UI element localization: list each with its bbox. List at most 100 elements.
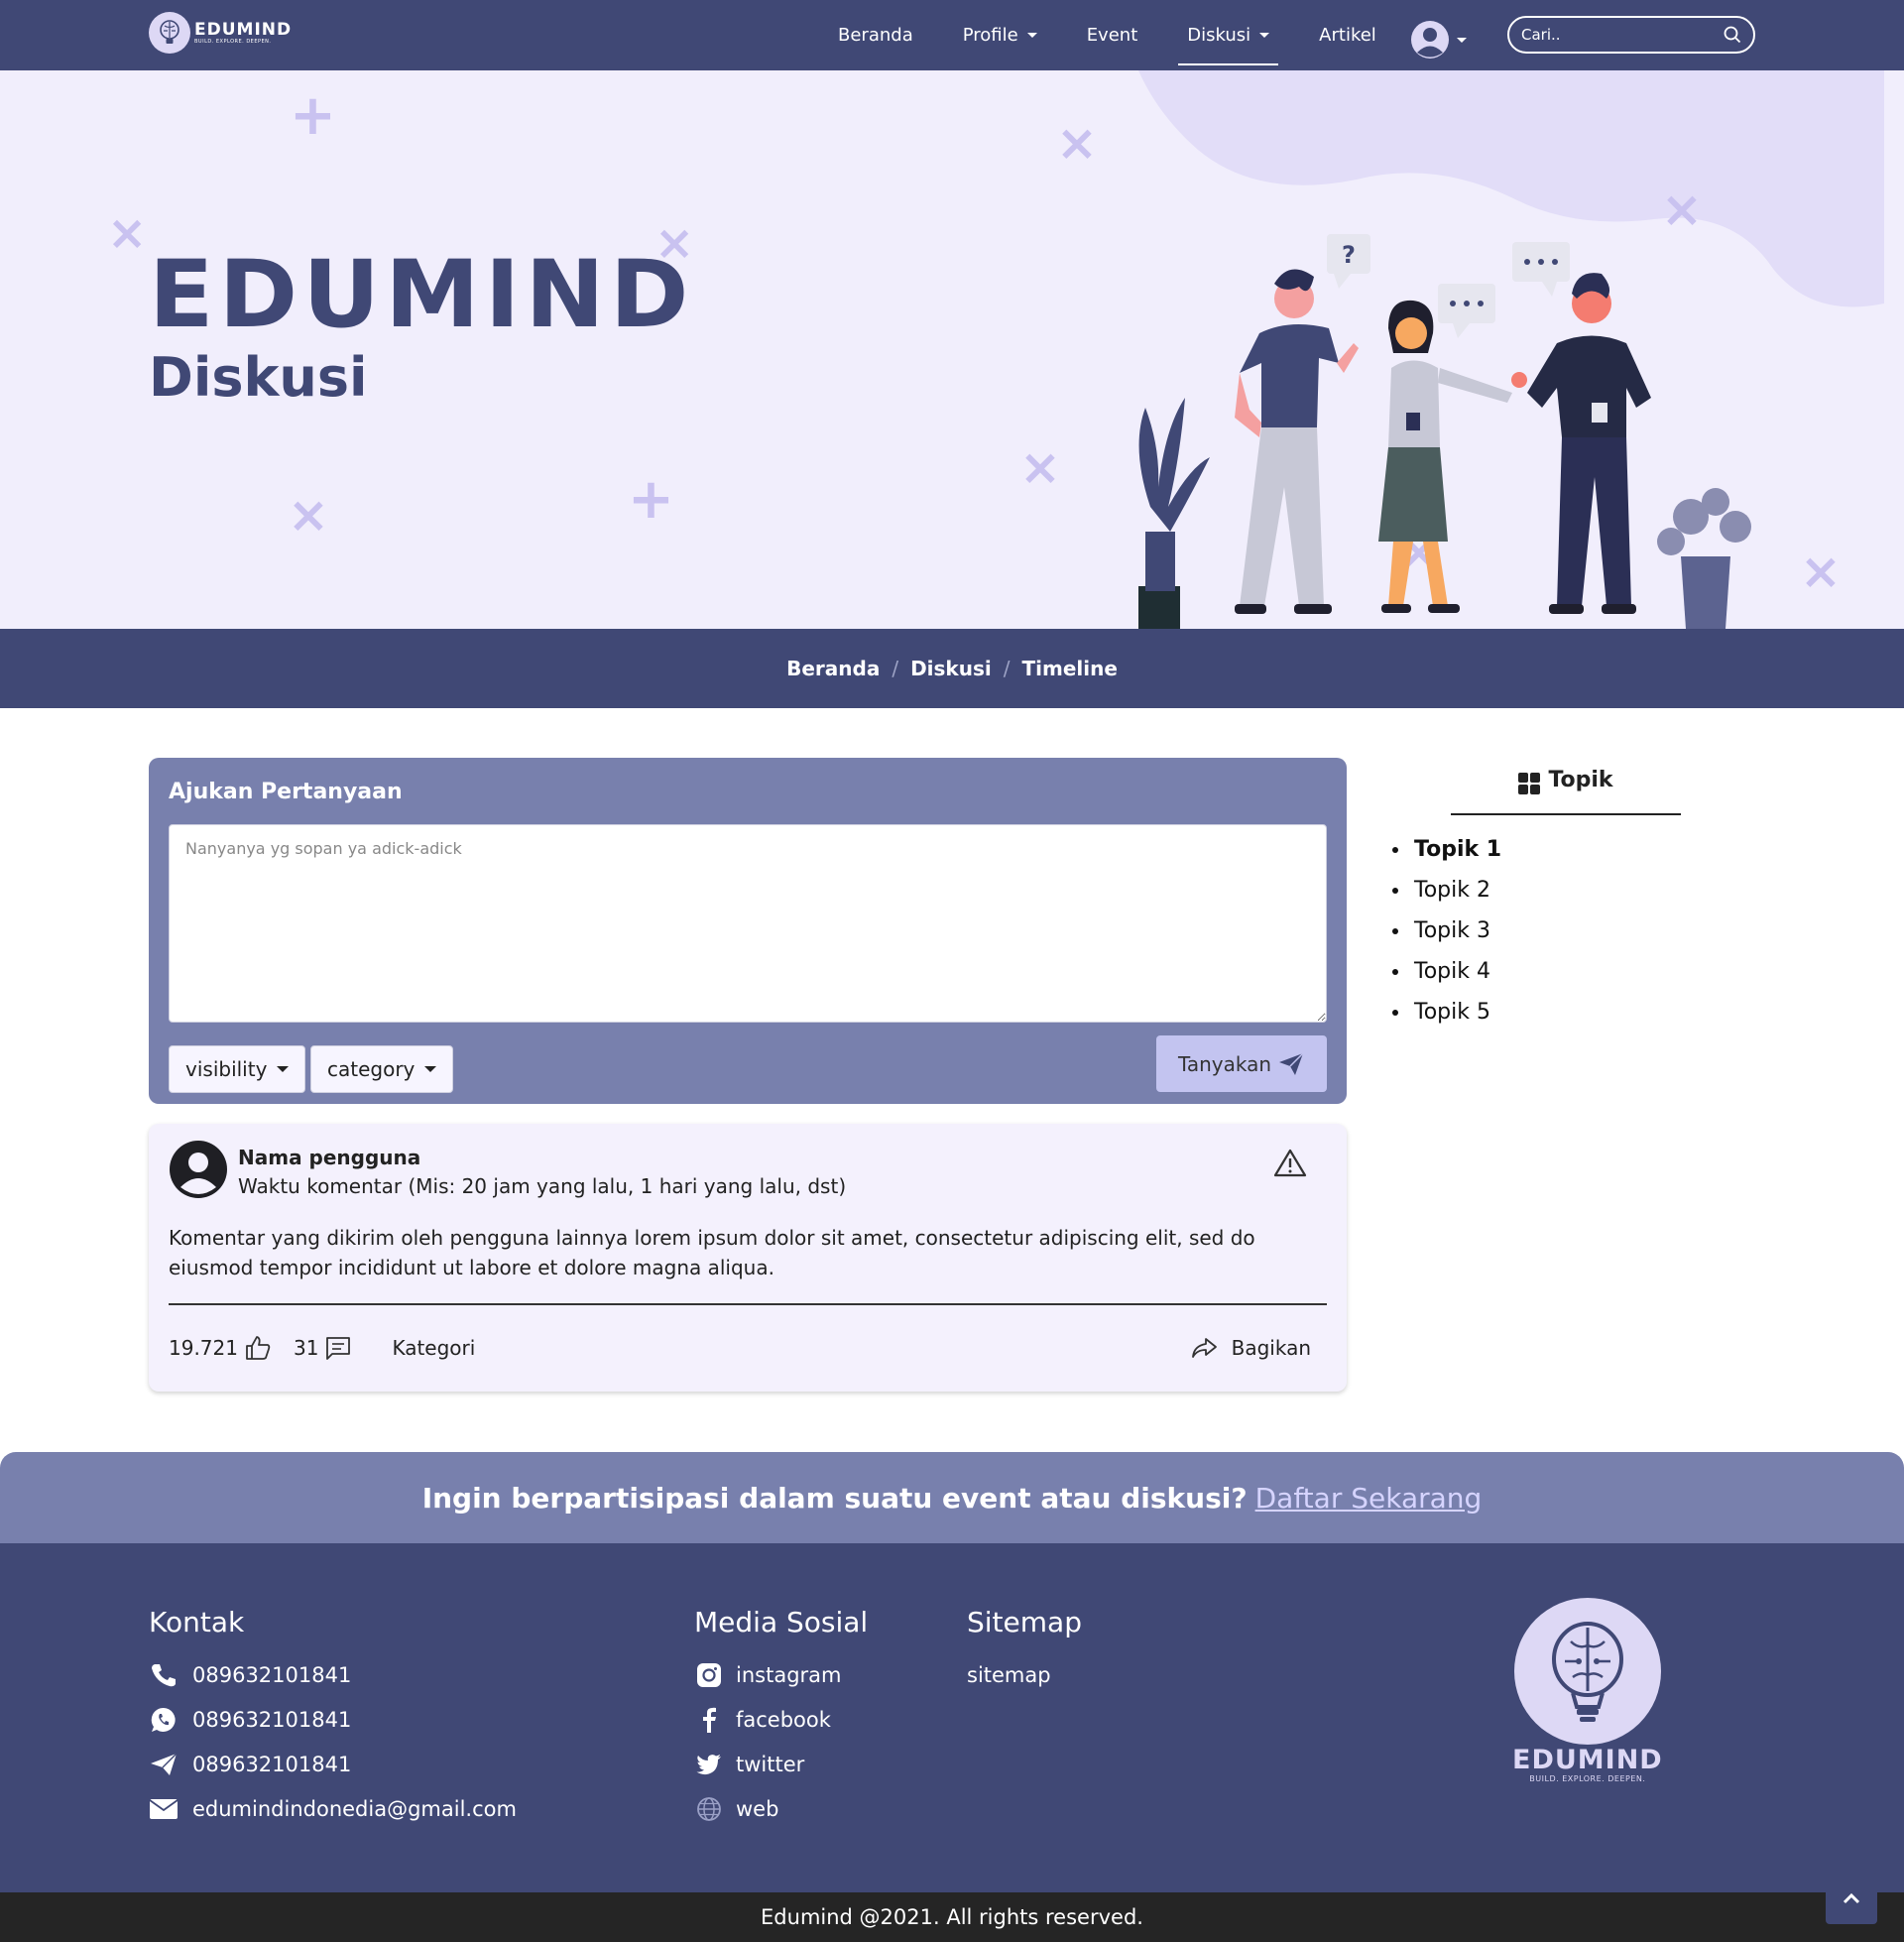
nav-item-event[interactable]: Event <box>1087 0 1138 70</box>
category-label: category <box>327 1057 416 1081</box>
cross-decoration: × <box>1019 438 1061 496</box>
social-web-text: web <box>736 1796 779 1821</box>
register-link[interactable]: Daftar Sekarang <box>1255 1482 1483 1515</box>
globe-icon <box>697 1796 721 1821</box>
nav-item-artikel[interactable]: Artikel <box>1319 0 1376 70</box>
nav-label: Beranda <box>838 25 913 46</box>
svg-text:?: ? <box>1342 241 1356 269</box>
search-input[interactable] <box>1521 26 1724 44</box>
chevron-down-icon <box>1026 33 1037 38</box>
post-category[interactable]: Kategori <box>392 1336 475 1360</box>
breadcrumb-diskusi[interactable]: Diskusi <box>910 657 992 680</box>
topic-item[interactable]: Topik 5 <box>1392 992 1501 1032</box>
person-left <box>1235 269 1359 614</box>
post-username[interactable]: Nama pengguna <box>238 1146 420 1169</box>
bullet <box>1392 887 1398 894</box>
footer-logo-name: EDUMIND <box>1512 1745 1663 1775</box>
contact-phone[interactable]: 089632101841 <box>149 1652 517 1697</box>
cross-decoration: × <box>288 486 329 544</box>
nav-item-profile[interactable]: Profile <box>963 0 1037 70</box>
contact-whatsapp[interactable]: 089632101841 <box>149 1697 517 1742</box>
breadcrumb-timeline[interactable]: Timeline <box>1021 657 1117 680</box>
user-menu[interactable] <box>1410 20 1467 60</box>
back-to-top-button[interactable] <box>1826 1873 1877 1924</box>
footer-contact-heading: Kontak <box>149 1606 245 1639</box>
topic-label: Topik 5 <box>1414 1000 1490 1025</box>
breadcrumb-separator: / <box>892 657 899 680</box>
chevron-up-icon <box>1843 1892 1860 1904</box>
cross-decoration: × <box>107 205 148 261</box>
topic-label: Topik 2 <box>1414 878 1490 903</box>
discussion-illustration: ? <box>1138 234 1751 629</box>
cta-banner: Ingin berpartisipasi dalam suatu event a… <box>0 1452 1904 1543</box>
submit-question-button[interactable]: Tanyakan <box>1156 1035 1327 1092</box>
grid-icon <box>1518 773 1541 794</box>
hero-banner: + × × × × × + × × × EDUMIND Diskusi ? <box>0 70 1904 629</box>
social-instagram[interactable]: instagram <box>694 1652 868 1697</box>
navbar: EDUMIND BUILD. EXPLORE. DEEPEN. Beranda … <box>0 0 1904 70</box>
footer-contact: Kontak 089632101841 089632101841 0896321… <box>149 1605 517 1831</box>
comment-count: 31 <box>293 1336 319 1360</box>
social-twitter[interactable]: twitter <box>694 1742 868 1786</box>
plant-left <box>1138 398 1210 629</box>
plus-decoration: + <box>628 467 674 532</box>
social-facebook[interactable]: facebook <box>694 1697 868 1742</box>
question-textarea[interactable] <box>169 824 1327 1023</box>
contact-email[interactable]: edumindindonedia@gmail.com <box>149 1786 517 1831</box>
chevron-down-icon <box>277 1066 290 1072</box>
topic-item[interactable]: Topik 2 <box>1392 870 1501 910</box>
category-dropdown[interactable]: category <box>310 1045 454 1093</box>
topic-item[interactable]: Topik 4 <box>1392 951 1501 992</box>
topics-title: Topik <box>1548 768 1613 792</box>
topic-label: Topik 4 <box>1414 959 1490 984</box>
share-label: Bagikan <box>1231 1336 1311 1360</box>
like-button[interactable]: 19.721 <box>169 1335 272 1361</box>
footer-social-heading: Media Sosial <box>694 1606 869 1639</box>
bullet <box>1392 968 1398 975</box>
facebook-icon <box>703 1707 716 1733</box>
comment-button[interactable]: 31 <box>294 1335 352 1361</box>
contact-phone-text: 089632101841 <box>192 1662 352 1687</box>
footer-sitemap-heading: Sitemap <box>967 1606 1082 1639</box>
search-icon[interactable] <box>1724 26 1741 44</box>
hero-subtitle: Diskusi <box>149 346 368 409</box>
plus-decoration: + <box>290 83 336 148</box>
contact-telegram[interactable]: 089632101841 <box>149 1742 517 1786</box>
comment-icon <box>326 1337 351 1360</box>
nav-item-beranda[interactable]: Beranda <box>838 0 913 70</box>
share-button[interactable]: Bagikan <box>1190 1336 1311 1360</box>
bullet <box>1392 846 1398 853</box>
visibility-label: visibility <box>185 1057 268 1081</box>
telegram-icon <box>151 1753 178 1775</box>
brand-logo[interactable]: EDUMIND BUILD. EXPLORE. DEEPEN. <box>149 12 292 54</box>
post-time: Waktu komentar (Mis: 20 jam yang lalu, 1… <box>238 1174 847 1198</box>
visibility-dropdown[interactable]: visibility <box>169 1045 306 1093</box>
warning-triangle-icon[interactable] <box>1273 1148 1307 1177</box>
topic-item[interactable]: Topik 1 <box>1392 829 1501 870</box>
topic-item[interactable]: Topik 3 <box>1392 910 1501 951</box>
topic-label: Topik 3 <box>1414 918 1490 943</box>
footer-sitemap: Sitemap sitemap <box>967 1605 1082 1697</box>
cross-decoration: × <box>1800 543 1842 600</box>
topic-list: Topik 1 Topik 2 Topik 3 Topik 4 Topik 5 <box>1392 829 1501 1032</box>
contact-telegram-text: 089632101841 <box>192 1752 352 1776</box>
share-icon <box>1191 1338 1217 1358</box>
search-box <box>1507 16 1755 54</box>
sitemap-link[interactable]: sitemap <box>967 1652 1082 1697</box>
plant-right <box>1657 488 1751 629</box>
brand-name: EDUMIND <box>194 19 293 40</box>
ask-question-card: Ajukan Pertanyaan visibility category Ta… <box>149 758 1347 1104</box>
nav-item-diskusi[interactable]: Diskusi <box>1178 0 1279 70</box>
divider <box>169 1303 1327 1305</box>
footer-logo-tagline: BUILD. EXPLORE. DEEPEN. <box>1529 1774 1646 1783</box>
post-body: Komentar yang dikirim oleh pengguna lain… <box>169 1226 1255 1279</box>
footer: Kontak 089632101841 089632101841 0896321… <box>0 1543 1904 1892</box>
person-right <box>1511 273 1651 614</box>
twitter-icon <box>696 1754 721 1774</box>
submit-label: Tanyakan <box>1177 1051 1272 1076</box>
nav-label: Profile <box>962 25 1018 46</box>
like-count: 19.721 <box>169 1336 238 1360</box>
social-web[interactable]: web <box>694 1786 868 1831</box>
hero-title: EDUMIND <box>149 241 694 349</box>
breadcrumb-beranda[interactable]: Beranda <box>786 657 880 680</box>
